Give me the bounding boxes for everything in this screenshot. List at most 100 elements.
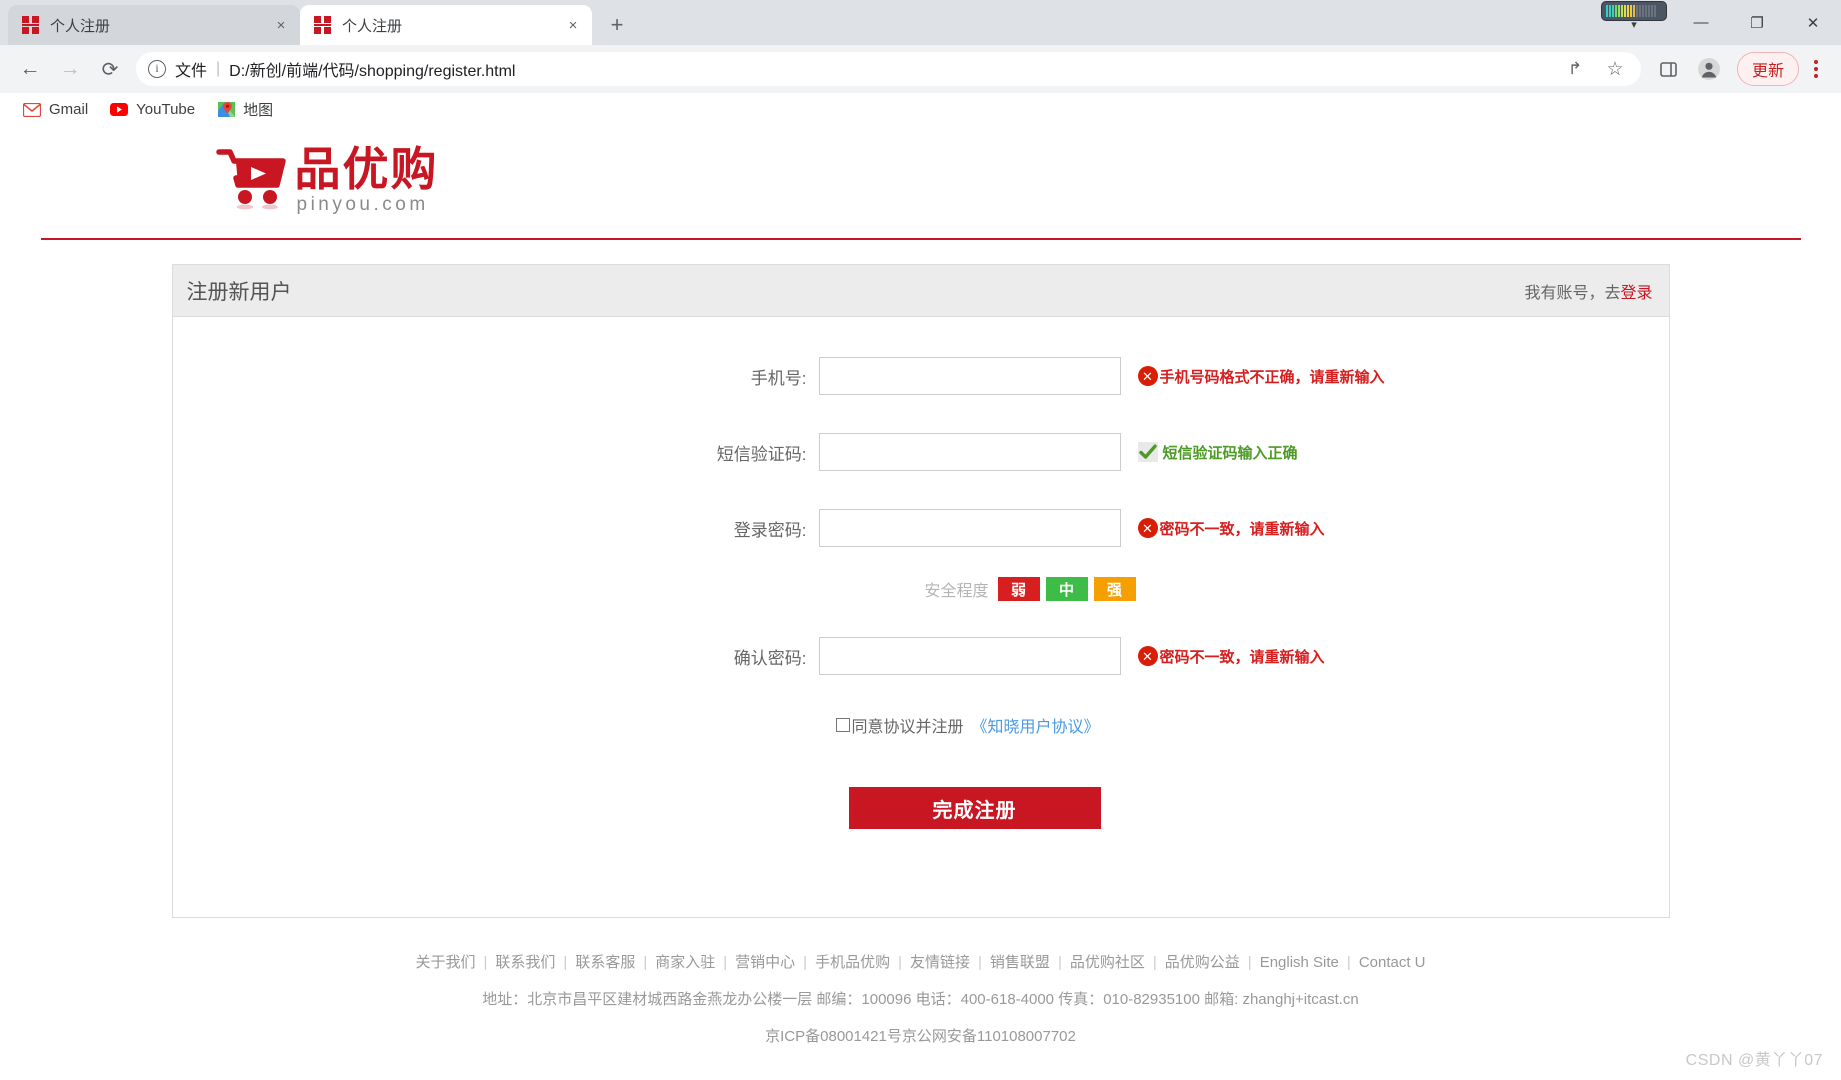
browser-window: 个人注册 × 个人注册 × + ▾ — ❐ ✕ ← → ⟳ i 文件 | D:/…	[0, 0, 1841, 1080]
strength-level-medium: 中	[1045, 577, 1088, 601]
login-prompt: 我有账号，去登录	[1524, 279, 1652, 303]
maximize-button[interactable]: ❐	[1729, 0, 1785, 45]
bookmark-label: YouTube	[136, 101, 196, 118]
browser-tab-1[interactable]: 个人注册 ×	[8, 5, 300, 45]
reload-icon[interactable]: ⟳	[93, 52, 127, 86]
sms-code-input[interactable]	[818, 433, 1121, 471]
footer-link-sales-alliance[interactable]: 销售联盟	[990, 954, 1050, 971]
tab-strip: 个人注册 × 个人注册 × + ▾ — ❐ ✕	[0, 0, 1841, 45]
confirm-password-label: 确认密码:	[733, 648, 807, 668]
site-logo[interactable]: 品优购 pinyou.com	[215, 142, 1801, 216]
back-icon[interactable]: ←	[13, 52, 47, 86]
url-separator: |	[216, 60, 221, 77]
login-prompt-text: 我有账号，去	[1524, 284, 1621, 302]
site-header: 品优购 pinyou.com	[40, 127, 1801, 240]
footer-link-community[interactable]: 品优购社区	[1070, 954, 1145, 971]
footer-link-english-site[interactable]: English Site	[1260, 954, 1339, 971]
footer-address: 地址：北京市昌平区建材城西路金燕龙办公楼一层 邮编：100096 电话：400-…	[482, 991, 1359, 1008]
phone-tip: ✕ 手机号码格式不正确，请重新输入	[1137, 366, 1385, 387]
close-icon[interactable]: ×	[270, 14, 292, 36]
update-button[interactable]: 更新	[1736, 52, 1799, 86]
kebab-menu-icon[interactable]	[1801, 52, 1831, 86]
footer-link-marketing[interactable]: 营销中心	[735, 954, 795, 971]
panel-header: 注册新用户 我有账号，去登录	[172, 265, 1669, 317]
footer-link-friend-links[interactable]: 友情链接	[910, 954, 970, 971]
agreement-row: 同意协议并注册 《知晓用户协议》	[173, 713, 1669, 737]
password-tip-text: 密码不一致，请重新输入	[1159, 520, 1325, 538]
user-agreement-link[interactable]: 《知晓用户协议》	[972, 713, 1100, 737]
sms-code-tip-text: 短信验证码输入正确	[1162, 444, 1298, 462]
footer-icp: 京ICP备08001421号京公网安备110108007702	[765, 1028, 1076, 1045]
watermark: CSDN @黄丫丫07	[1685, 1052, 1823, 1069]
footer-separator: |	[1346, 954, 1351, 971]
side-panel-icon[interactable]	[1652, 52, 1686, 86]
bookmark-star-icon[interactable]: ☆	[1598, 52, 1632, 86]
bookmark-label: Gmail	[49, 101, 89, 118]
error-circle-icon: ✕	[1137, 366, 1158, 386]
footer-separator: |	[723, 954, 728, 971]
check-mark-icon	[1137, 442, 1158, 462]
form-row-phone: 手机号: ✕ 手机号码格式不正确，请重新输入	[173, 357, 1669, 395]
footer-separator: |	[803, 954, 808, 971]
footer-separator: |	[978, 954, 982, 971]
bookmark-gmail[interactable]: Gmail	[14, 97, 97, 122]
form-row-sms-code: 短信验证码: 短信验证码输入正确	[173, 433, 1669, 471]
form-row-confirm-password: 确认密码: ✕ 密码不一致，请重新输入	[173, 637, 1669, 675]
register-form: 手机号: ✕ 手机号码格式不正确，请重新输入 短信验证码: 短信验证码输入正确 …	[173, 317, 1669, 917]
google-maps-icon	[217, 102, 235, 118]
footer-link-contact-us[interactable]: 联系我们	[495, 954, 555, 971]
browser-tab-2[interactable]: 个人注册 ×	[300, 5, 592, 45]
footer-links: 关于我们 | 联系我们 | 联系客服 | 商家入驻 | 营销中心 | 手机品优购 | 友情链接 | 销售联盟…	[0, 951, 1841, 975]
footer-link-about[interactable]: 关于我们	[415, 954, 475, 971]
bookmark-youtube[interactable]: YouTube	[101, 97, 204, 122]
confirm-password-input[interactable]	[818, 637, 1121, 675]
logo-chinese-text: 品优购	[294, 142, 439, 196]
footer-separator: |	[1152, 954, 1157, 971]
footer-link-charity[interactable]: 品优购公益	[1165, 954, 1240, 971]
taskbar-widget[interactable]: ▾	[1595, 0, 1673, 34]
close-window-button[interactable]: ✕	[1785, 0, 1841, 45]
minimize-button[interactable]: —	[1673, 0, 1729, 45]
new-tab-button[interactable]: +	[600, 8, 634, 42]
shopping-cart-icon	[215, 147, 289, 213]
footer-separator: |	[898, 954, 902, 971]
footer-link-contact-u[interactable]: Contact U	[1359, 954, 1426, 971]
pinyougou-icon	[22, 16, 40, 34]
gmail-icon	[23, 102, 41, 118]
phone-input[interactable]	[818, 357, 1121, 395]
bookmark-label: 地图	[243, 102, 274, 119]
footer-separator: |	[643, 954, 648, 971]
forward-icon[interactable]: →	[53, 52, 87, 86]
bookmarks-bar: Gmail YouTube 地图	[0, 93, 1841, 127]
address-bar[interactable]: i 文件 | D:/新创/前端/代码/shopping/register.htm…	[136, 52, 1641, 86]
footer-link-customer-service[interactable]: 联系客服	[575, 954, 635, 971]
agreement-checkbox[interactable]	[835, 718, 850, 732]
share-icon[interactable]: ↱	[1558, 52, 1592, 86]
close-icon[interactable]: ×	[562, 14, 584, 36]
error-circle-icon: ✕	[1137, 646, 1158, 666]
login-link[interactable]: 登录	[1620, 285, 1652, 302]
password-input[interactable]	[818, 509, 1121, 547]
profile-avatar-icon[interactable]	[1692, 52, 1726, 86]
password-tip: ✕ 密码不一致，请重新输入	[1137, 518, 1325, 539]
submit-register-button[interactable]: 完成注册	[848, 787, 1101, 829]
info-circle-icon[interactable]: i	[148, 60, 166, 78]
window-controls: — ❐ ✕	[1673, 0, 1841, 45]
confirm-password-tip: ✕ 密码不一致，请重新输入	[1137, 646, 1325, 667]
tab-title: 个人注册	[50, 17, 111, 35]
footer-separator: |	[563, 954, 568, 971]
strength-label: 安全程度	[924, 583, 989, 600]
footer-separator: |	[1247, 954, 1252, 971]
confirm-password-tip-text: 密码不一致，请重新输入	[1159, 648, 1325, 666]
footer-separator: |	[1057, 954, 1062, 971]
logo-domain-text: pinyou.com	[296, 194, 429, 215]
error-circle-icon: ✕	[1137, 518, 1158, 538]
footer-link-merchant[interactable]: 商家入驻	[655, 954, 715, 971]
password-strength-indicator: 安全程度 弱 中 强	[173, 577, 1669, 601]
phone-tip-text: 手机号码格式不正确，请重新输入	[1159, 368, 1385, 386]
url-text[interactable]: D:/新创/前端/代码/shopping/register.html	[229, 57, 1555, 81]
register-panel: 注册新用户 我有账号，去登录 手机号: ✕ 手机号码格式不正确，请重新输入 短信…	[171, 264, 1670, 918]
bookmark-maps[interactable]: 地图	[208, 95, 282, 124]
sms-code-tip: 短信验证码输入正确	[1137, 442, 1298, 463]
footer-link-mobile-app[interactable]: 手机品优购	[815, 954, 890, 971]
